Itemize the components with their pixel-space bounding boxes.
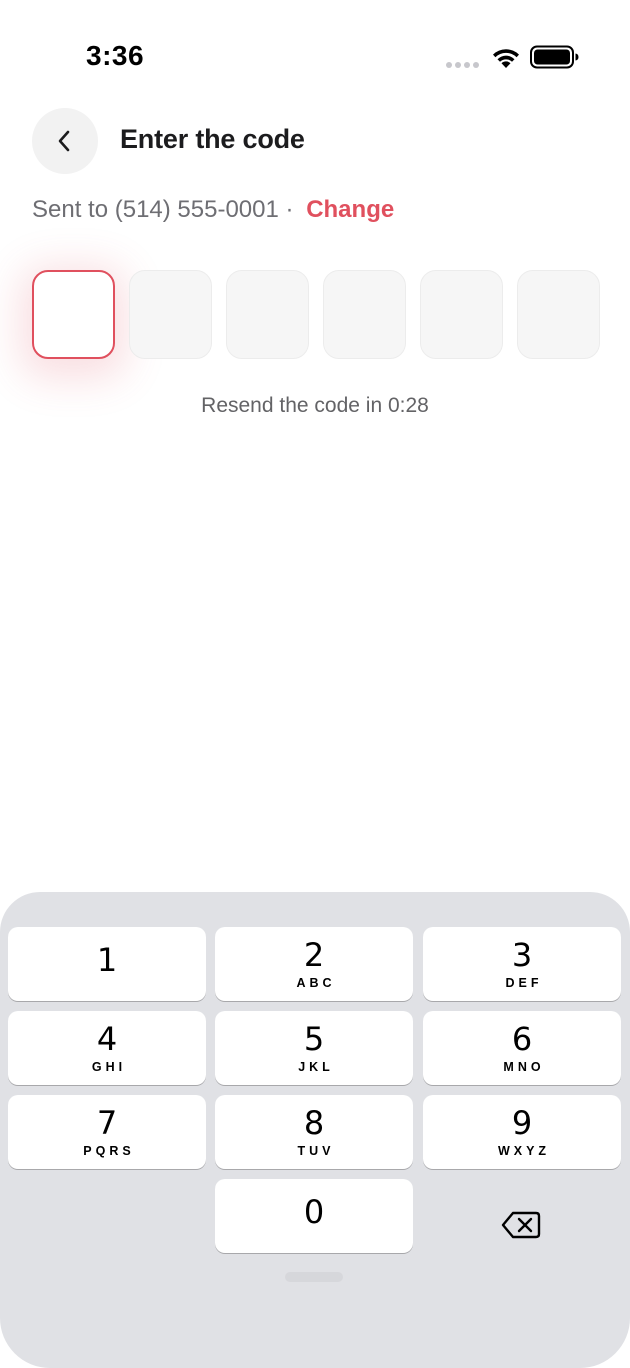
key-1[interactable]: 1: [8, 927, 206, 1001]
key-letters: PQRS: [83, 1144, 135, 1158]
code-input-row: [32, 270, 600, 359]
key-3[interactable]: 3 DEF: [423, 927, 621, 1001]
key-digit: 7: [96, 1104, 118, 1142]
key-2[interactable]: 2 ABC: [215, 927, 413, 1001]
key-5[interactable]: 5 JKL: [215, 1011, 413, 1085]
key-letters: DEF: [505, 976, 543, 990]
code-digit-box-5[interactable]: [420, 270, 503, 359]
battery-icon: [530, 45, 579, 69]
key-9[interactable]: 9 WXYZ: [423, 1095, 621, 1169]
resend-countdown: Resend the code in 0:28: [201, 394, 429, 417]
key-0[interactable]: 0: [215, 1179, 413, 1253]
backspace-icon: [501, 1211, 541, 1239]
code-digit-box-4[interactable]: [323, 270, 406, 359]
key-digit: 6: [511, 1020, 533, 1058]
home-indicator: [285, 1272, 343, 1282]
numeric-keyboard: 1 2 ABC 3 DEF 4 GHI 5 JKL 6 MNO 7 PQRS 8…: [0, 892, 630, 1368]
status-bar: 3:36: [0, 0, 630, 110]
status-time: 3:36: [86, 40, 145, 71]
code-digit-box-3[interactable]: [226, 270, 309, 359]
key-digit: 1: [96, 941, 118, 979]
back-button[interactable]: [32, 108, 98, 174]
key-4[interactable]: 4 GHI: [8, 1011, 206, 1085]
key-digit: 3: [511, 936, 533, 974]
key-letters: TUV: [297, 1144, 335, 1158]
key-8[interactable]: 8 TUV: [215, 1095, 413, 1169]
key-digit: 8: [303, 1104, 325, 1142]
code-digit-box-6[interactable]: [517, 270, 600, 359]
key-6[interactable]: 6 MNO: [423, 1011, 621, 1085]
key-7[interactable]: 7 PQRS: [8, 1095, 206, 1169]
signal-dots-icon: [446, 62, 479, 68]
chevron-left-icon: [58, 130, 70, 152]
key-letters: MNO: [503, 1060, 545, 1074]
key-letters: GHI: [91, 1060, 127, 1074]
change-number-link[interactable]: Change: [306, 196, 394, 223]
wifi-icon: [493, 49, 519, 68]
key-digit: 5: [303, 1020, 325, 1058]
sent-to-text: Sent to (514) 555-0001 ·: [32, 196, 294, 223]
delete-key[interactable]: [484, 1200, 558, 1250]
key-letters: WXYZ: [497, 1144, 551, 1158]
code-digit-box-1[interactable]: [32, 270, 115, 359]
key-letters: ABC: [296, 976, 336, 990]
key-digit: 2: [303, 936, 325, 974]
key-letters: JKL: [298, 1060, 334, 1074]
key-digit: 4: [96, 1020, 118, 1058]
key-digit: 9: [511, 1104, 533, 1142]
key-digit: 0: [303, 1193, 325, 1231]
page-title: Enter the code: [120, 124, 305, 154]
sent-to-row: Sent to (514) 555-0001 · Change: [32, 196, 394, 224]
code-digit-box-2[interactable]: [129, 270, 212, 359]
